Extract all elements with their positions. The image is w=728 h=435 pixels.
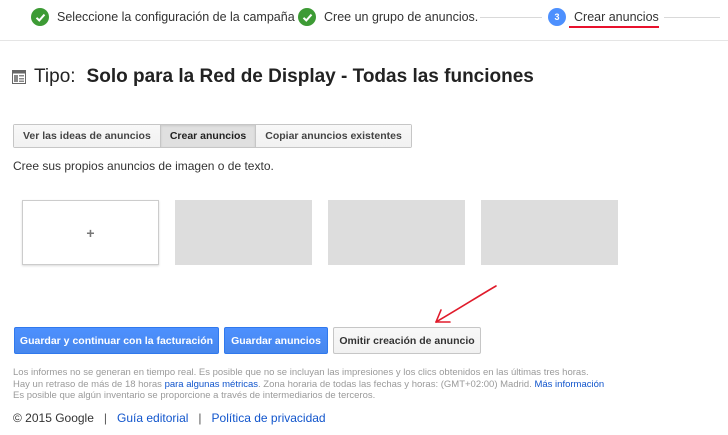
step-create-ads[interactable]: 3 Crear anuncios [548, 7, 659, 27]
step-ad-group[interactable]: Cree un grupo de anuncios. [298, 7, 478, 27]
campaign-stepper: Seleccione la configuración de la campañ… [0, 0, 728, 41]
tab-ad-ideas[interactable]: Ver las ideas de anuncios [14, 125, 160, 147]
notice-line: Los informes no se generan en tiempo rea… [13, 367, 589, 378]
annotation-arrow-icon [435, 285, 497, 323]
current-step-underline [569, 26, 659, 28]
ad-placeholder-tile [175, 200, 312, 265]
instructions-text: Cree sus propios anuncios de imagen o de… [13, 159, 274, 173]
step-connector [664, 17, 720, 18]
ad-creation-tabs: Ver las ideas de anuncios Crear anuncios… [13, 124, 412, 148]
check-icon [31, 8, 49, 26]
plus-icon: + [86, 224, 95, 241]
add-ad-tile[interactable]: + [22, 200, 159, 265]
tab-create-ads[interactable]: Crear anuncios [159, 125, 256, 147]
step-label: Seleccione la configuración de la campañ… [57, 10, 295, 24]
notice-text: . Zona horaria de todas las fechas y hor… [258, 378, 535, 390]
ad-placeholder-tile [481, 200, 618, 265]
ad-placeholder-tile [328, 200, 465, 265]
some-metrics-link[interactable]: para algunas métricas [165, 379, 258, 390]
step-number-badge: 3 [548, 8, 566, 26]
campaign-type: Solo para la Red de Display - Todas las … [86, 66, 534, 87]
tab-copy-ads[interactable]: Copiar anuncios existentes [255, 125, 411, 147]
save-ads-button[interactable]: Guardar anuncios [224, 327, 328, 354]
step-connector [480, 17, 542, 18]
step-label: Cree un grupo de anuncios. [324, 10, 479, 24]
page: Seleccione la configuración de la campañ… [0, 0, 728, 435]
footer-separator: | [103, 411, 108, 425]
check-icon [298, 8, 316, 26]
reporting-notice: Los informes no se generan en tiempo rea… [13, 367, 713, 402]
notice-text: Hay un retraso de más de 18 horas [13, 378, 165, 390]
copyright: © 2015 Google [13, 411, 94, 425]
save-and-continue-billing-button[interactable]: Guardar y continuar con la facturación [14, 327, 219, 354]
step-label: Crear anuncios [574, 10, 659, 24]
step-campaign-settings[interactable]: Seleccione la configuración de la campañ… [31, 7, 295, 27]
privacy-policy-link[interactable]: Política de privacidad [212, 411, 326, 425]
footer-separator: | [198, 411, 202, 425]
notice-line: Hay un retraso de más de 18 horas para a… [13, 379, 713, 391]
editorial-guidelines-link[interactable]: Guía editorial [117, 411, 188, 425]
page-title: Tipo: Solo para la Red de Display - Toda… [12, 64, 534, 90]
display-network-icon [12, 70, 26, 84]
more-info-link[interactable]: Más información [534, 379, 604, 390]
notice-line: Es posible que algún inventario se propo… [13, 390, 376, 401]
skip-ad-creation-button[interactable]: Omitir creación de anuncio [333, 327, 481, 354]
title-prefix: Tipo: [34, 66, 76, 87]
footer: © 2015 Google | Guía editorial | Polític… [13, 411, 326, 425]
